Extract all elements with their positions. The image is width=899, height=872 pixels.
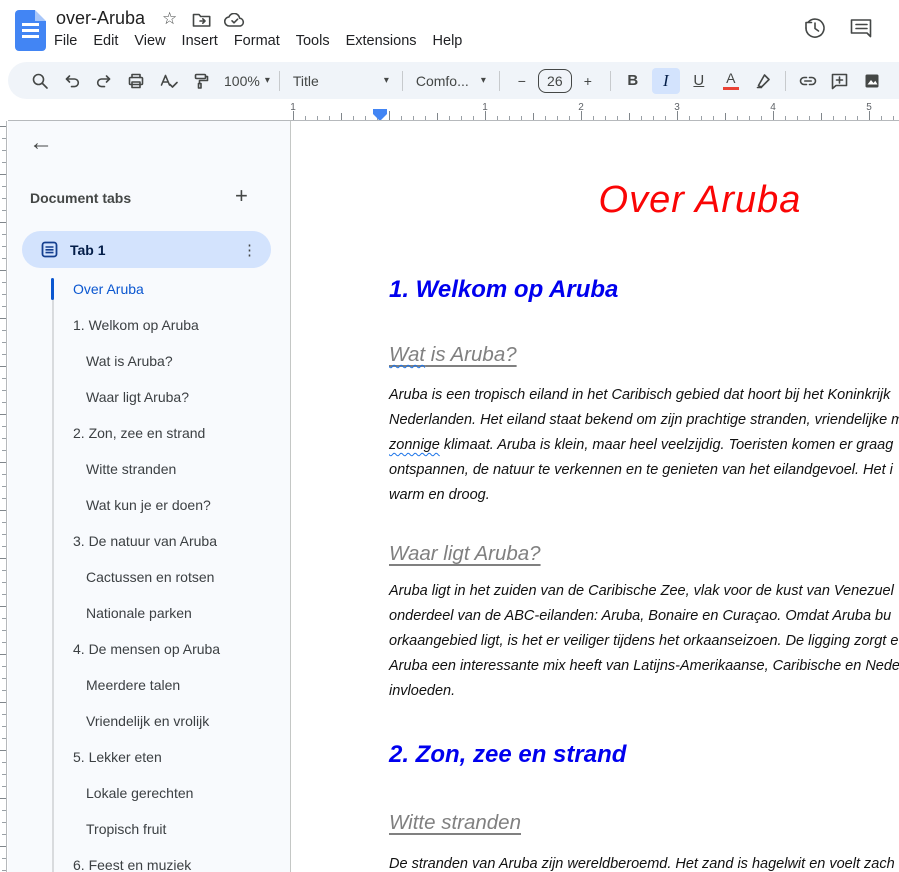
zoom-select[interactable]: 100%▾ [224,68,270,94]
menu-item[interactable]: Format [226,30,288,52]
document-tabs-sidebar: ← Document tabs + Tab 1 ⋮ Over Aruba1. W… [8,121,291,872]
decrease-font-size-button[interactable]: − [509,68,535,94]
highlight-color-icon[interactable] [750,68,776,94]
toolbar-separator [785,71,786,91]
document-title[interactable]: over-Aruba [56,8,145,29]
back-arrow-icon[interactable]: ← [29,129,53,157]
paragraph-2: Aruba ligt in het zuiden van de Caribisc… [389,579,899,704]
vertical-ruler[interactable] [0,121,7,872]
tab-options-kebab-icon[interactable]: ⋮ [242,241,257,259]
outline-item[interactable]: 1. Welkom op Aruba [8,307,291,343]
chevron-down-icon: ▾ [265,75,270,86]
misspelled-word: zonnige [389,437,440,453]
paragraph-3: De stranden van Aruba zijn wereldberoemd… [389,852,895,872]
tab-1-item[interactable]: Tab 1 ⋮ [22,231,271,268]
outline-item[interactable]: Waar ligt Aruba? [8,379,291,415]
move-to-folder-icon[interactable] [192,12,212,28]
menu-item[interactable]: Help [425,30,471,52]
chevron-down-icon: ▾ [384,75,389,86]
outline-item[interactable]: Lokale gerechten [8,775,291,811]
outline-item[interactable]: Nationale parken [8,595,291,631]
outline-item[interactable]: 5. Lekker eten [8,739,291,775]
toolbar-separator [610,71,611,91]
misspelled-word: Wat [389,343,425,366]
outline-item[interactable]: Over Aruba [8,271,291,307]
add-tab-button[interactable]: + [235,183,248,209]
toolbar-separator [499,71,500,91]
cloud-saved-icon[interactable] [224,13,246,28]
print-icon[interactable] [123,68,149,94]
ruler-number: 1 [482,102,488,113]
document-page[interactable]: Over Aruba 1. Welkom op Aruba Wat is Aru… [291,121,899,872]
ruler-number: 1 [290,102,296,113]
outline-item[interactable]: Tropisch fruit [8,811,291,847]
ruler-number: 5 [866,102,872,113]
ruler-number: 4 [770,102,776,113]
search-menus-icon[interactable] [27,68,53,94]
menu-item[interactable]: Extensions [338,30,425,52]
heading-zon-zee-strand: 2. Zon, zee en strand [389,741,626,769]
menu-item[interactable]: File [46,30,85,52]
insert-image-icon[interactable] [859,68,885,94]
toolbar-separator [279,71,280,91]
paragraph-1: Aruba is een tropisch eiland in het Cari… [389,383,899,508]
increase-font-size-button[interactable]: + [575,68,601,94]
subheading-witte-stranden: Witte stranden [389,811,521,835]
subheading-wat-is-aruba: Wat is Aruba? [389,343,517,367]
google-docs-logo-icon[interactable] [15,10,46,51]
outline-item[interactable]: 6. Feest en muziek [8,847,291,872]
outline-item[interactable]: Wat is Aruba? [8,343,291,379]
tab-document-icon [41,241,58,258]
font-size-input[interactable]: 26 [538,69,572,93]
open-comments-icon[interactable] [848,15,875,41]
menu-bar: FileEditViewInsertFormatToolsExtensionsH… [46,30,470,52]
add-comment-icon[interactable] [827,68,853,94]
ruler-number: 2 [578,102,584,113]
subheading-waar-ligt-aruba: Waar ligt Aruba? [389,542,541,566]
insert-link-icon[interactable] [795,68,821,94]
undo-icon[interactable] [59,68,85,94]
menu-item[interactable]: View [126,30,173,52]
bold-button[interactable]: B [620,68,646,94]
outline-item[interactable]: Witte stranden [8,451,291,487]
star-icon[interactable]: ☆ [162,9,177,29]
version-history-icon[interactable] [802,15,828,41]
document-tabs-heading: Document tabs [30,190,131,206]
red-color-bar [723,87,739,90]
outline-item[interactable]: Vriendelijk en vrolijk [8,703,291,739]
app-header: over-Aruba ☆ FileEditViewInsertFormatToo… [0,0,899,62]
outline-item[interactable]: Wat kun je er doen? [8,487,291,523]
outline-item[interactable]: Cactussen en rotsen [8,559,291,595]
indent-marker[interactable] [373,109,387,114]
italic-button-active[interactable]: I [652,68,680,94]
outline-item[interactable]: 4. De mensen op Aruba [8,631,291,667]
ruler-number: 3 [674,102,680,113]
font-select[interactable]: Comfo...▾ [412,68,490,94]
redo-icon[interactable] [91,68,117,94]
paint-format-icon[interactable] [187,68,213,94]
text-color-button[interactable]: A [718,68,744,94]
heading-welkom: 1. Welkom op Aruba [389,276,618,304]
paragraph-style-select[interactable]: Title▾ [289,68,393,94]
outline-item[interactable]: Meerdere talen [8,667,291,703]
menu-item[interactable]: Edit [85,30,126,52]
outline-item[interactable]: 3. De natuur van Aruba [8,523,291,559]
menu-item[interactable]: Tools [288,30,338,52]
underline-button[interactable]: U [686,68,712,94]
document-outline: Over Aruba1. Welkom op ArubaWat is Aruba… [8,271,291,872]
spelling-check-icon[interactable] [155,68,181,94]
outline-item[interactable]: 2. Zon, zee en strand [8,415,291,451]
toolbar-separator [402,71,403,91]
toolbar: 100%▾ Title▾ Comfo...▾ − 26 + B I U A [8,62,899,99]
horizontal-ruler[interactable]: 1 1 2 3 4 5 [283,100,899,121]
tab-label: Tab 1 [70,242,106,258]
chevron-down-icon: ▾ [481,75,486,86]
menu-item[interactable]: Insert [174,30,226,52]
doc-title-text: Over Aruba [291,179,899,222]
